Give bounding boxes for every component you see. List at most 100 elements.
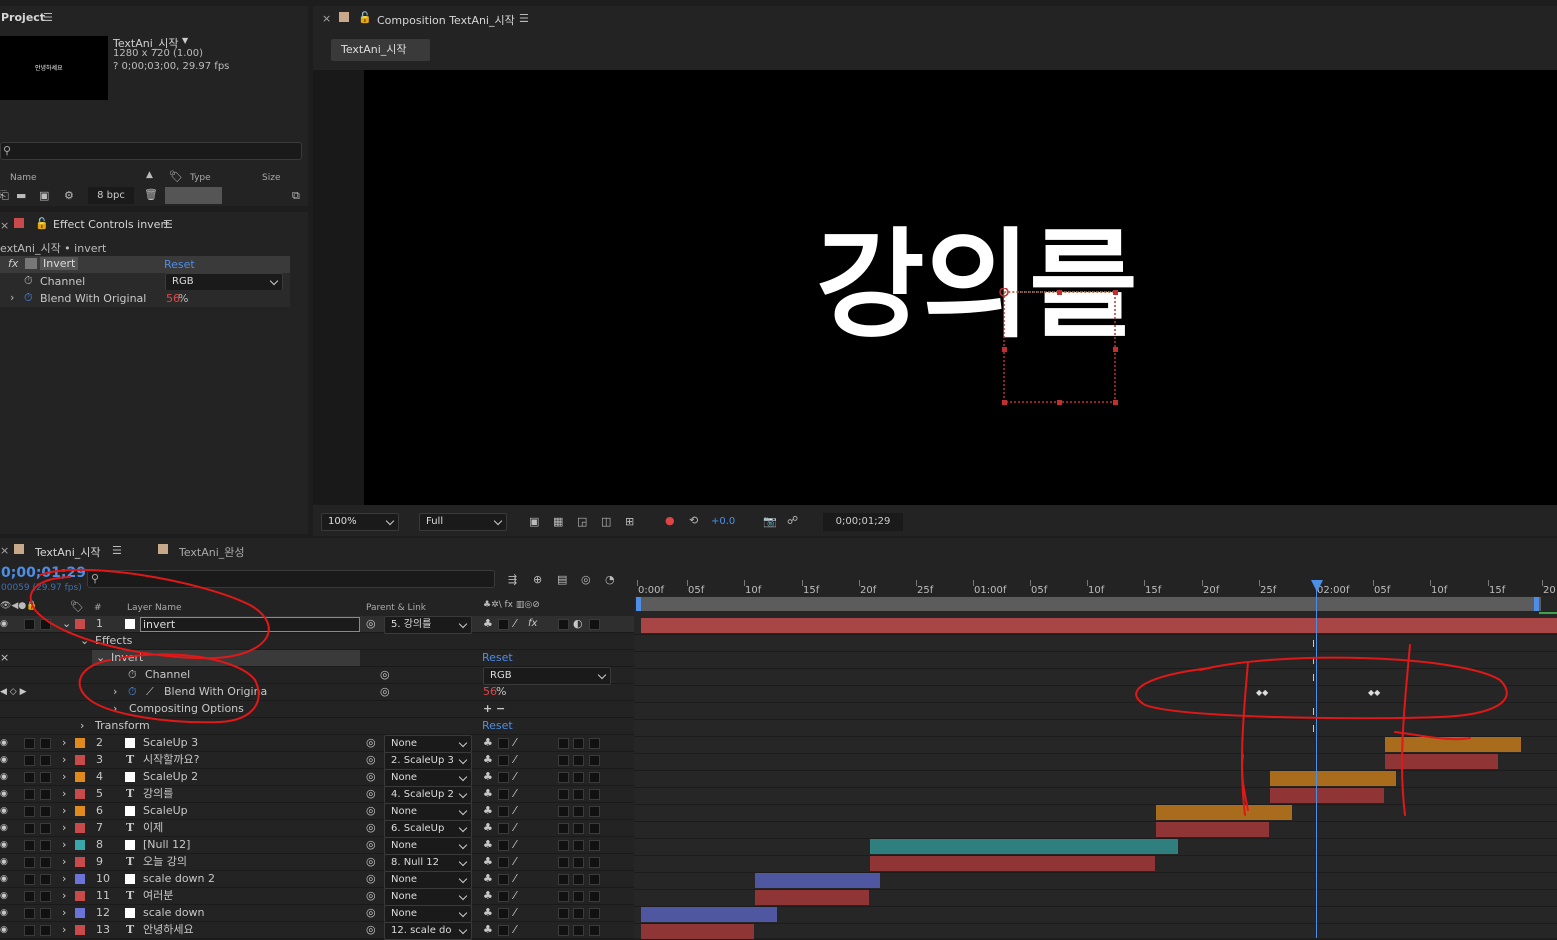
parent-dropdown[interactable]: None bbox=[384, 769, 472, 787]
project-tab[interactable]: Project bbox=[1, 11, 45, 24]
shy-switch[interactable]: ♣ bbox=[483, 888, 493, 904]
chevron-down-icon[interactable]: ▼ bbox=[182, 36, 188, 45]
quality-switch[interactable] bbox=[498, 619, 509, 630]
layer-bar-1[interactable] bbox=[641, 618, 1557, 633]
eye-icon[interactable]: ◉ bbox=[0, 803, 8, 819]
shy-switch[interactable]: ♣ bbox=[483, 786, 493, 802]
pickwhip-icon[interactable]: ◎ bbox=[366, 752, 376, 768]
parent-dropdown[interactable]: 6. ScaleUp bbox=[384, 820, 472, 838]
solo-box[interactable] bbox=[24, 823, 35, 834]
stopwatch-icon[interactable]: ⏱ bbox=[128, 667, 137, 683]
eye-icon[interactable]: ◉ bbox=[0, 854, 8, 870]
layer-bar-12[interactable] bbox=[641, 907, 777, 922]
col-size[interactable]: Size bbox=[262, 173, 280, 183]
3d-switch[interactable] bbox=[589, 806, 600, 817]
interpret-footage-icon[interactable]: ⎗ bbox=[0, 189, 9, 203]
layer-label-color[interactable] bbox=[75, 891, 85, 901]
quality-slash-icon[interactable]: ⁄ bbox=[514, 888, 516, 904]
motion-blur-switch[interactable] bbox=[558, 789, 569, 800]
col-name[interactable]: Name bbox=[10, 173, 37, 183]
parent-dropdown[interactable]: 8. Null 12 bbox=[384, 854, 472, 872]
layer-bar-4[interactable] bbox=[1270, 771, 1396, 786]
quality-switch[interactable] bbox=[498, 925, 509, 936]
layer-label-color[interactable] bbox=[75, 908, 85, 918]
chevron-right-icon[interactable]: › bbox=[80, 718, 84, 734]
eye-icon[interactable]: ◉ bbox=[0, 905, 8, 921]
layer-name-edit[interactable]: invert bbox=[140, 617, 360, 632]
mask-visibility-icon[interactable]: ◲ bbox=[577, 515, 587, 528]
stopwatch-icon[interactable]: ⏱ bbox=[24, 291, 33, 305]
adjustment-switch[interactable] bbox=[573, 857, 584, 868]
lock-box[interactable] bbox=[40, 925, 51, 936]
chevron-down-icon[interactable]: ⌄ bbox=[96, 650, 105, 666]
keyframe-diamond[interactable]: ◆◆ bbox=[1256, 688, 1268, 697]
channel-dropdown[interactable]: RGB bbox=[483, 667, 611, 685]
3d-switch[interactable] bbox=[589, 823, 600, 834]
chevron-right-icon[interactable]: › bbox=[62, 752, 66, 768]
shy-switch[interactable]: ♣ bbox=[483, 871, 493, 887]
layer-label-color[interactable] bbox=[75, 806, 85, 816]
effect-controls-tab[interactable]: Effect Controls invert bbox=[53, 218, 169, 231]
shy-switch[interactable]: ♣ bbox=[483, 820, 493, 836]
chevron-right-icon[interactable]: › bbox=[10, 291, 14, 304]
fast-previews-icon[interactable]: ▣ bbox=[529, 515, 539, 528]
quality-switch[interactable] bbox=[498, 823, 509, 834]
transform-row[interactable]: › Transform Reset bbox=[0, 718, 634, 735]
adjustment-switch[interactable] bbox=[573, 925, 584, 936]
layer-bar-6[interactable] bbox=[1156, 805, 1292, 820]
add-remove-mask-icon[interactable]: + − bbox=[483, 701, 505, 717]
project-scroll[interactable] bbox=[165, 187, 222, 204]
layer-bounding-box[interactable] bbox=[994, 288, 1119, 406]
parent-dropdown[interactable]: None bbox=[384, 803, 472, 821]
shy-switch[interactable]: ♣ bbox=[483, 616, 493, 632]
chevron-right-icon[interactable]: › bbox=[62, 803, 66, 819]
chevron-right-icon[interactable]: › bbox=[62, 922, 66, 938]
pickwhip-icon[interactable]: ◎ bbox=[366, 871, 376, 887]
lock-box[interactable] bbox=[40, 908, 51, 919]
eye-icon[interactable]: ◉ bbox=[0, 752, 8, 768]
3d-switch[interactable] bbox=[589, 857, 600, 868]
quality-slash-icon[interactable]: ⁄ bbox=[514, 905, 516, 921]
layer-label-color[interactable] bbox=[75, 823, 85, 833]
layer-row-13[interactable]: ◉ › 13 T 안녕하세요 ◎ 12. scale do ♣ ⁄ bbox=[0, 922, 634, 940]
solo-box[interactable] bbox=[24, 925, 35, 936]
quality-switch[interactable] bbox=[498, 857, 509, 868]
quality-switch[interactable] bbox=[498, 755, 509, 766]
chevron-right-icon[interactable]: › bbox=[62, 786, 66, 802]
quality-slash-icon[interactable]: ⁄ bbox=[514, 769, 516, 785]
3d-switch[interactable] bbox=[589, 789, 600, 800]
quality-switch[interactable] bbox=[498, 806, 509, 817]
layer-name[interactable]: ScaleUp 2 bbox=[143, 769, 198, 785]
solo-box[interactable] bbox=[24, 874, 35, 885]
pickwhip-icon[interactable]: ◎ bbox=[366, 837, 376, 853]
panel-menu-icon[interactable]: ☰ bbox=[163, 218, 173, 231]
trash-icon[interactable]: 🗑 bbox=[144, 188, 158, 201]
bpc-button[interactable]: 8 bpc bbox=[88, 187, 134, 204]
eye-icon[interactable]: ◉ bbox=[0, 871, 8, 887]
lock-box[interactable] bbox=[40, 789, 51, 800]
pickwhip-icon[interactable]: ◎ bbox=[366, 616, 376, 632]
parent-dropdown[interactable]: None bbox=[384, 905, 472, 923]
blend-value[interactable]: 56 bbox=[483, 684, 497, 700]
motion-blur-switch[interactable] bbox=[558, 755, 569, 766]
adjustment-switch[interactable] bbox=[573, 823, 584, 834]
invert-reset-link[interactable]: Reset bbox=[482, 650, 513, 666]
exposure-value[interactable]: +0.0 bbox=[711, 516, 735, 527]
col-type[interactable]: Type bbox=[190, 173, 211, 183]
eye-icon[interactable]: ◉ bbox=[0, 769, 8, 785]
work-area-bar[interactable] bbox=[638, 597, 1541, 611]
adjustment-switch[interactable]: ◐ bbox=[573, 616, 583, 632]
adjustment-switch[interactable] bbox=[573, 891, 584, 902]
playhead-handle[interactable] bbox=[1311, 580, 1323, 592]
lock-box[interactable] bbox=[40, 772, 51, 783]
chevron-right-icon[interactable]: › bbox=[62, 905, 66, 921]
pickwhip-icon[interactable]: ◎ bbox=[366, 735, 376, 751]
lock-box[interactable] bbox=[40, 755, 51, 766]
layer-name[interactable]: 시작할까요? bbox=[143, 752, 199, 768]
3d-switch[interactable] bbox=[589, 874, 600, 885]
layer-name[interactable]: ScaleUp bbox=[143, 803, 188, 819]
parent-dropdown[interactable]: None bbox=[384, 837, 472, 855]
pickwhip-icon[interactable]: ◎ bbox=[366, 905, 376, 921]
shy-switch[interactable]: ♣ bbox=[483, 735, 493, 751]
comp-canvas[interactable]: 강의를 bbox=[364, 70, 1557, 505]
